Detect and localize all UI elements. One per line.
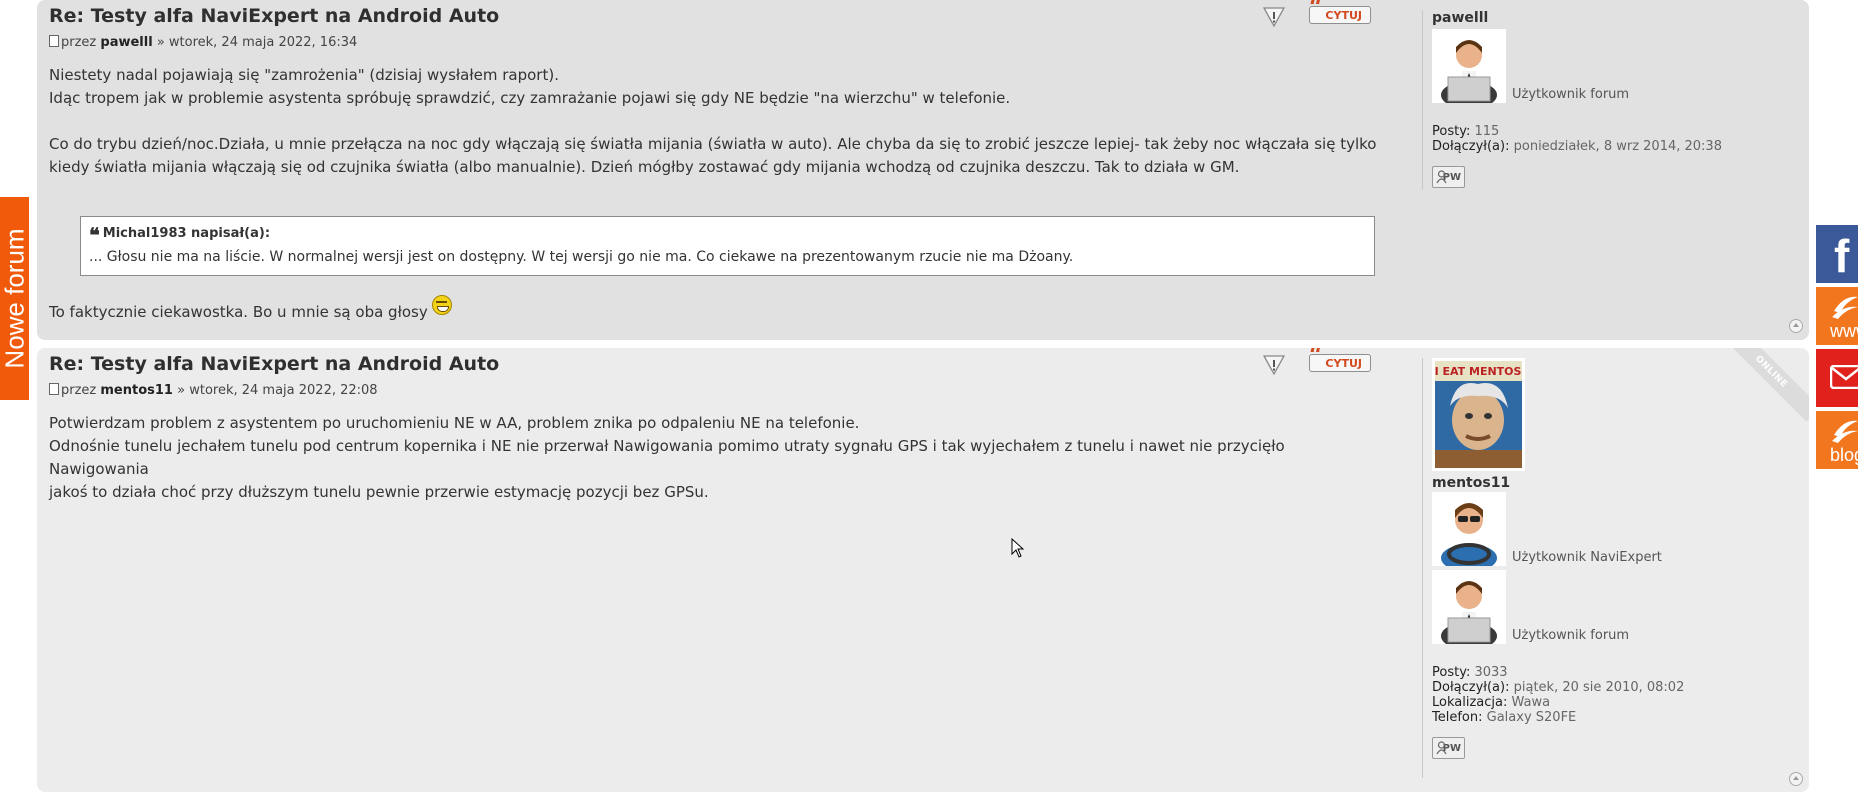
user-avatar[interactable]: I EAT MENTOS [1432, 358, 1525, 471]
post-file-icon[interactable] [49, 383, 59, 395]
post-title[interactable]: Re: Testy alfa NaviExpert na Android Aut… [49, 5, 499, 27]
profile-rank: Użytkownik forum [1512, 628, 1630, 643]
mail-share-button[interactable] [1816, 349, 1858, 407]
rank-image-user [1432, 29, 1506, 103]
after-quote-text: To faktycznie ciekawostka. Bo u mnie są … [49, 303, 428, 321]
post-date: » wtorek, 24 maja 2022, 16:34 [156, 35, 358, 50]
post-profile: pawelll Użytkownik forum Posty: 115 Dołą… [1422, 10, 1803, 190]
post-2: ONLINE Re: Testy alfa NaviExpert na Andr… [37, 348, 1809, 792]
posts-count[interactable]: 3033 [1474, 665, 1507, 680]
posts-count[interactable]: 115 [1474, 124, 1499, 139]
profile-phone: Telefon: Galaxy S20FE [1432, 710, 1803, 725]
rank-row: Użytkownik forum [1432, 570, 1803, 645]
content-line: Niestety nadal pojawiają się "zamrożenia… [49, 66, 559, 84]
by-label: przez [61, 35, 97, 50]
new-forum-tab-label: Nowe forum [0, 228, 29, 369]
profile-rank: Użytkownik NaviExpert [1512, 550, 1662, 565]
profile-posts: Posty: 115 [1432, 124, 1803, 139]
back-to-top-icon[interactable] [1789, 772, 1803, 786]
author-link[interactable]: pawelll [100, 35, 152, 50]
quote-cite: ❝ Michal1983 napisał(a): [89, 223, 1366, 247]
posts-label: Posty: [1432, 665, 1471, 680]
posts-label: Posty: [1432, 124, 1471, 139]
post-content: Niestety nadal pojawiają się "zamrożenia… [49, 64, 1379, 324]
profile-joined: Dołączył(a): poniedziałek, 8 wrz 2014, 2… [1432, 139, 1803, 154]
phone-value: Galaxy S20FE [1486, 710, 1577, 725]
profile-location: Lokalizacja: Wawa [1432, 695, 1803, 710]
pm-button[interactable]: PW [1432, 166, 1465, 188]
content-line: Idąc tropem jak w problemie asystenta sp… [49, 89, 1011, 107]
post-author-line: przez mentos11 » wtorek, 24 maja 2022, 2… [49, 383, 378, 398]
author-link[interactable]: mentos11 [100, 383, 173, 398]
quote-button-label: CYTUJ [1325, 9, 1362, 22]
rank-row: Użytkownik forum [1432, 29, 1803, 104]
post-date: » wtorek, 24 maja 2022, 22:08 [177, 383, 378, 398]
quote-mark-icon: ❝ [89, 223, 100, 247]
report-warning-icon[interactable] [1263, 6, 1285, 27]
joined-label: Dołączył(a): [1432, 139, 1510, 154]
joined-date: poniedziałek, 8 wrz 2014, 20:38 [1513, 139, 1722, 154]
content-line: Potwierdzam problem z asystentem po uruc… [49, 414, 860, 432]
quote-button[interactable]: “CYTUJ [1309, 0, 1371, 24]
content-line: Co do trybu dzień/noc.Działa, u mnie prz… [49, 135, 1377, 153]
post-title[interactable]: Re: Testy alfa NaviExpert na Android Aut… [49, 353, 499, 375]
mouse-cursor-icon [1011, 538, 1025, 558]
profile-username[interactable]: mentos11 [1432, 475, 1803, 491]
content-line: To faktycznie ciekawostka. Bo u mnie są … [49, 295, 1379, 324]
facebook-share-button[interactable]: f [1816, 225, 1858, 283]
quote-button[interactable]: “CYTUJ [1309, 348, 1371, 372]
rank-image-user [1432, 570, 1506, 644]
rank-image-driver [1432, 492, 1506, 566]
phone-label: Telefon: [1432, 710, 1483, 725]
profile-username[interactable]: pawelll [1432, 10, 1803, 26]
content-line: jakoś to działa choć przy dłuższym tunel… [49, 483, 709, 501]
grin-smiley-icon [431, 295, 452, 315]
user-icon [1436, 741, 1447, 755]
back-to-top-icon[interactable] [1789, 319, 1803, 333]
post-1: Re: Testy alfa NaviExpert na Android Aut… [37, 0, 1809, 340]
content-line: kiedy światła mijania włączają się od cz… [49, 158, 1240, 176]
quote-button-label: CYTUJ [1325, 357, 1362, 370]
new-forum-tab[interactable]: Nowe forum [0, 197, 29, 400]
joined-date: piątek, 20 sie 2010, 08:02 [1513, 680, 1685, 695]
profile-rank: Użytkownik forum [1512, 87, 1630, 102]
location-label: Lokalizacja: [1432, 695, 1508, 710]
joined-label: Dołączył(a): [1432, 680, 1510, 695]
quote-block: ❝ Michal1983 napisał(a): ... Głosu nie ma… [80, 216, 1375, 276]
profile-joined: Dołączył(a): piątek, 20 sie 2010, 08:02 [1432, 680, 1803, 695]
quote-icon: “ [1309, 0, 1323, 21]
quote-cite-text: Michal1983 napisał(a): [102, 226, 271, 241]
pm-button[interactable]: PW [1432, 737, 1465, 759]
www-share-button[interactable]: www [1816, 287, 1858, 345]
post-author-line: przez pawelll » wtorek, 24 maja 2022, 16… [49, 35, 357, 50]
blog-label: blog [1830, 445, 1858, 465]
navi-logo-icon [1832, 296, 1858, 319]
post-content: Potwierdzam problem z asystentem po uruc… [49, 412, 1379, 504]
post-profile: I EAT MENTOS mentos11 Użytkownik NaviExp… [1422, 358, 1803, 778]
quote-icon: “ [1309, 348, 1323, 369]
blog-share-button[interactable]: blog [1816, 411, 1858, 469]
facebook-icon: f [1834, 230, 1850, 282]
envelope-icon [1830, 365, 1858, 389]
quote-text: ... Głosu nie ma na liście. W normalnej … [89, 249, 1074, 265]
user-icon [1436, 170, 1447, 184]
post-file-icon[interactable] [49, 35, 59, 47]
www-label: www [1830, 321, 1858, 341]
content-line: Odnośnie tunelu jechałem tunelu pod cent… [49, 437, 1285, 478]
profile-posts: Posty: 3033 [1432, 665, 1803, 680]
by-label: przez [61, 383, 97, 398]
navi-logo-icon [1832, 420, 1858, 443]
rank-row: Użytkownik NaviExpert [1432, 492, 1803, 567]
location-value: Wawa [1511, 695, 1551, 710]
svg-text:I EAT MENTOS: I EAT MENTOS [1435, 365, 1522, 378]
report-warning-icon[interactable] [1263, 354, 1285, 375]
